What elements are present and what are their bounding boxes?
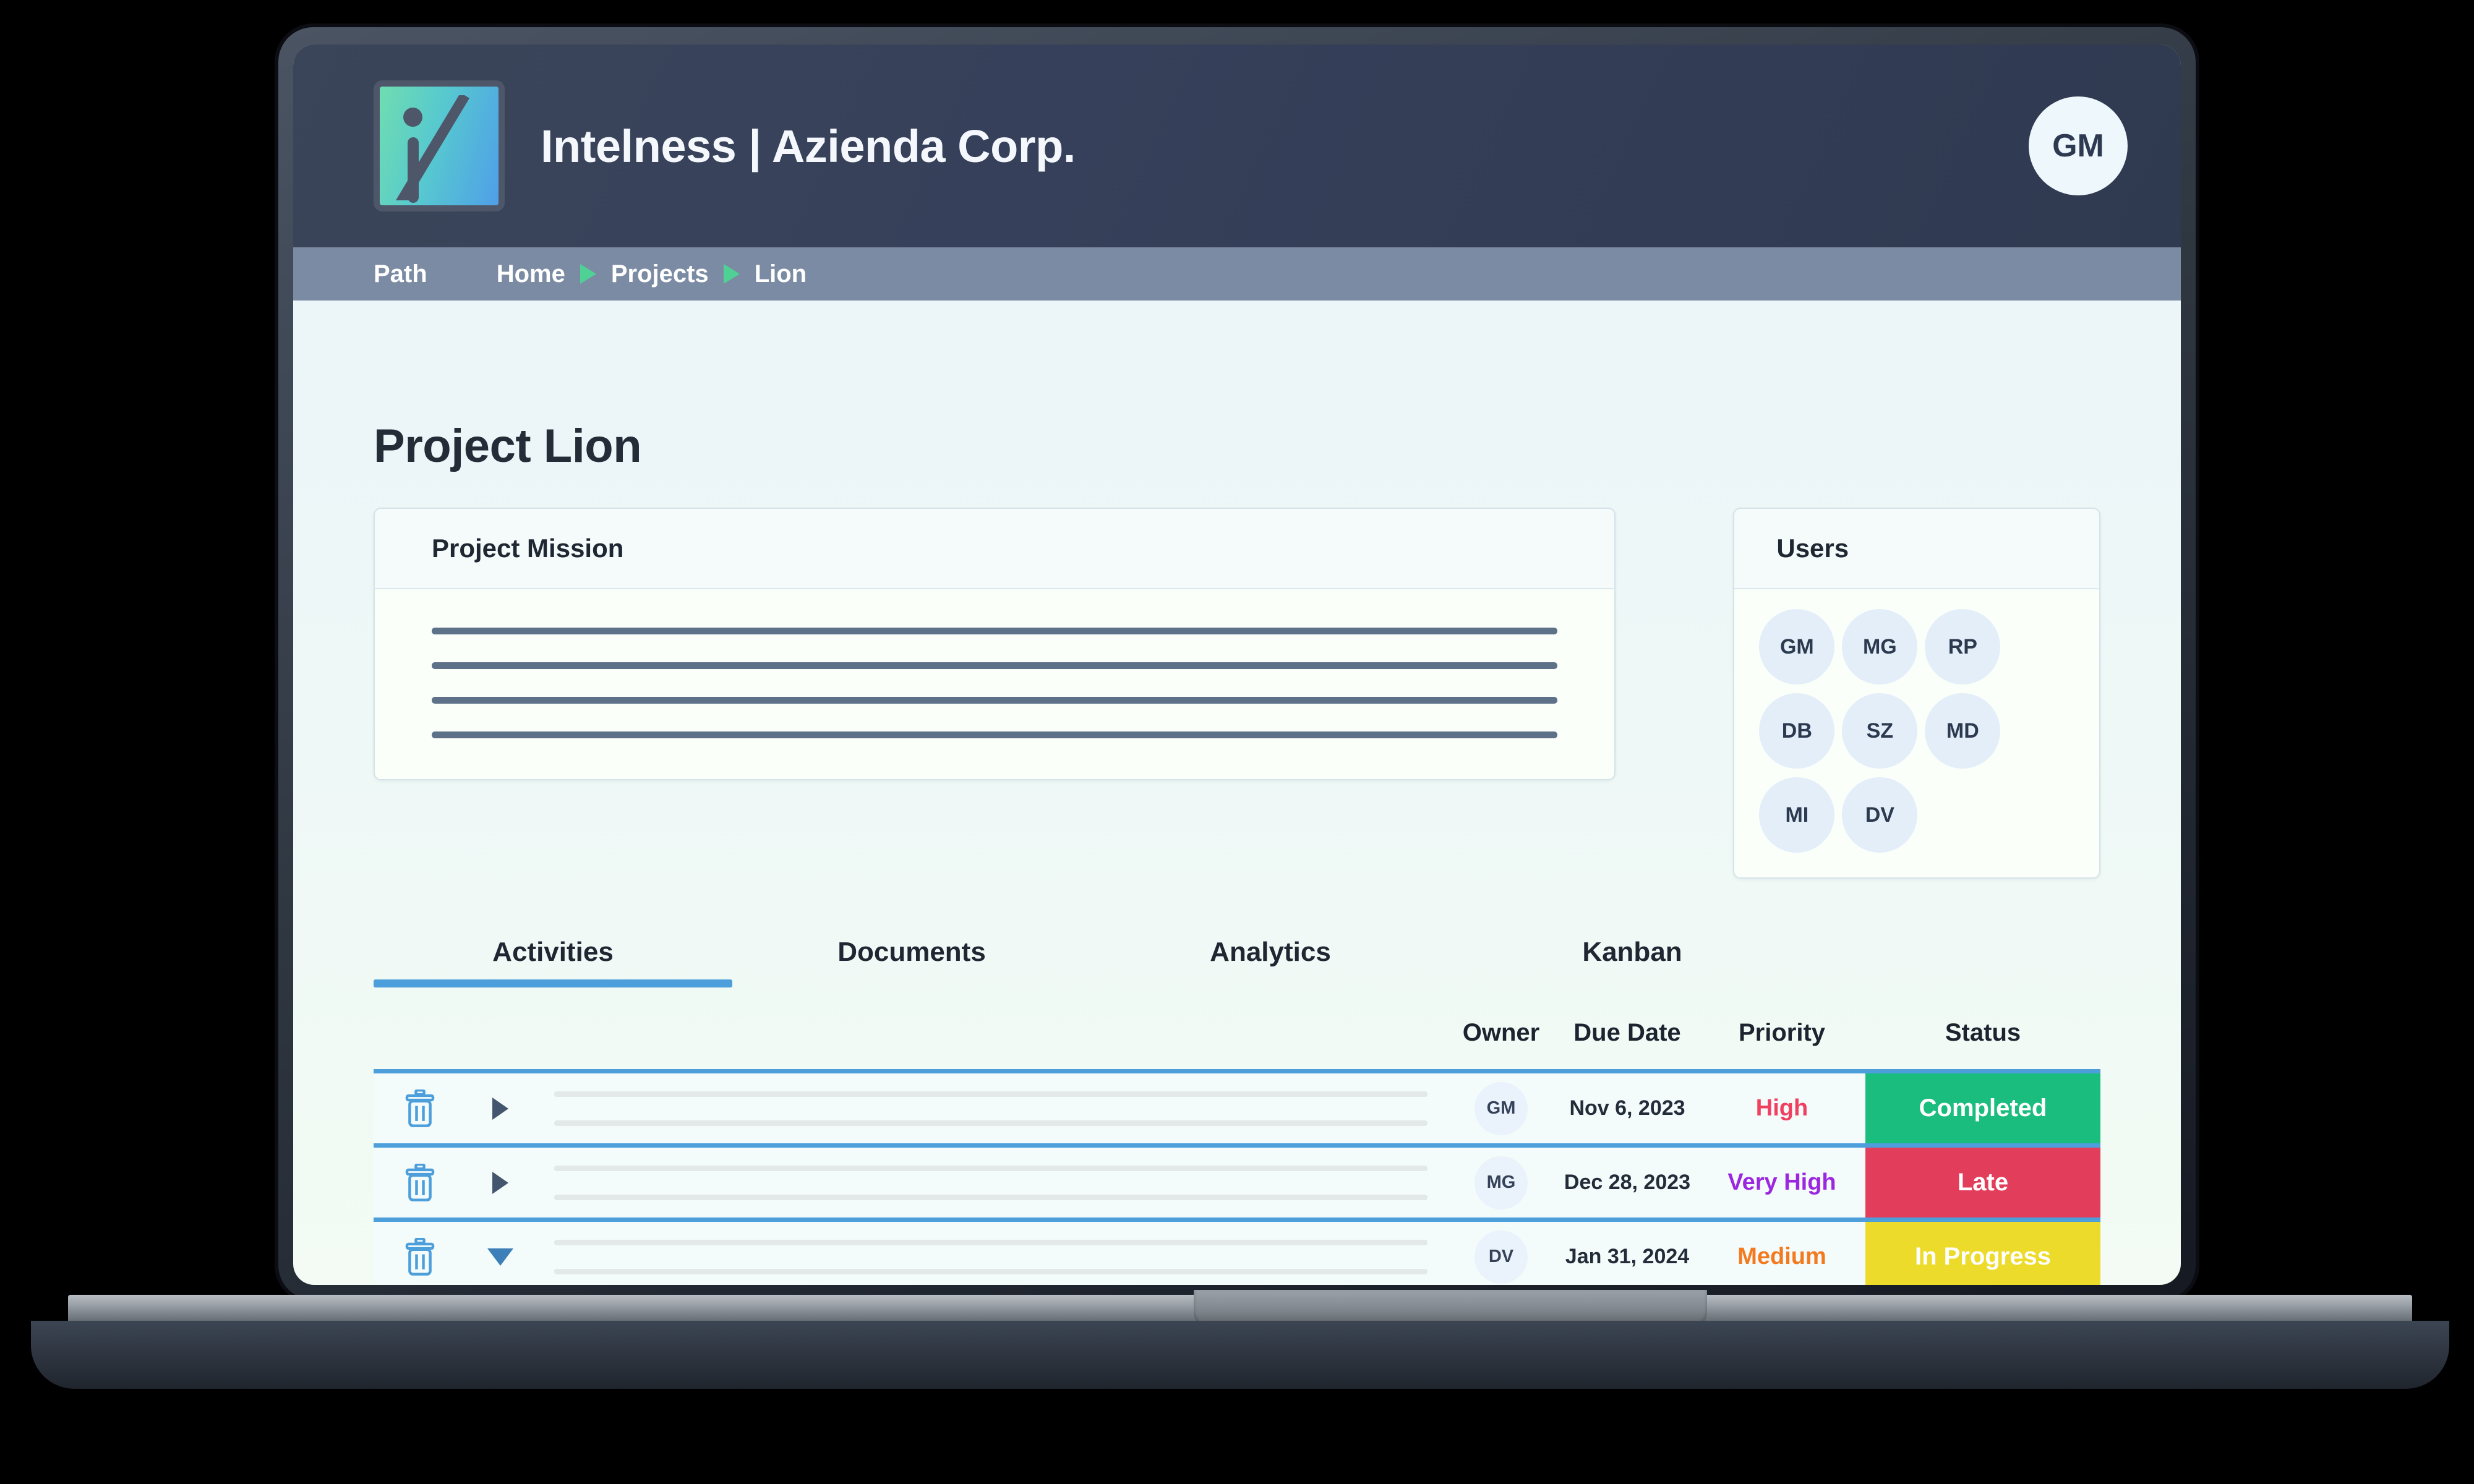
delete-row-button[interactable]: [374, 1073, 466, 1143]
app-header: Intelness | Azienda Corp. GM: [293, 45, 2181, 247]
user-avatar[interactable]: GM: [2029, 96, 2128, 195]
user-avatar-chip[interactable]: MI: [1759, 777, 1835, 853]
chevron-down-icon: [487, 1248, 513, 1266]
breadcrumb: Path Home Projects Lion: [293, 247, 2181, 301]
table-row[interactable]: GM Nov 6, 2023 High Completed: [374, 1069, 2100, 1143]
page-title: Project Lion: [374, 420, 642, 472]
placeholder-line: [554, 1165, 1427, 1171]
row-due-date[interactable]: Dec 28, 2023: [1556, 1148, 1698, 1217]
table-header-status: Status: [1945, 1018, 2021, 1046]
activities-table: Owner Due Date Priority Status GM Nov 6, …: [374, 996, 2100, 1285]
tab-bar: Activities Documents Analytics Kanban: [374, 916, 2100, 987]
mission-text-line: [432, 731, 1558, 738]
row-due-date[interactable]: Nov 6, 2023: [1556, 1073, 1698, 1143]
breadcrumb-item-projects[interactable]: Projects: [611, 260, 709, 288]
breadcrumb-path-label: Path: [374, 260, 427, 288]
user-avatar-chip[interactable]: DV: [1842, 777, 1918, 853]
laptop-mockup: Intelness | Azienda Corp. GM Path Home P…: [0, 0, 2474, 1484]
user-avatar-chip[interactable]: SZ: [1842, 693, 1918, 769]
placeholder-line: [554, 1091, 1427, 1097]
row-status-badge[interactable]: Late: [1865, 1148, 2100, 1217]
tab-kanban[interactable]: Kanban: [1450, 916, 1815, 987]
expand-row-toggle[interactable]: [466, 1148, 534, 1217]
row-owner[interactable]: GM: [1446, 1073, 1556, 1143]
users-list: GM MG RP DB SZ MD MI DV: [1734, 589, 2099, 877]
tab-analytics[interactable]: Analytics: [1091, 916, 1450, 987]
breadcrumb-item-lion[interactable]: Lion: [755, 260, 807, 288]
project-mission-header: Project Mission: [375, 509, 1615, 589]
page-content: Project Lion Project Mission Users GM MG…: [293, 419, 2181, 1285]
chevron-right-icon: [723, 264, 740, 284]
intelness-logo-icon[interactable]: [374, 80, 505, 211]
activity-name-placeholder[interactable]: [534, 1148, 1446, 1217]
expand-row-toggle[interactable]: [466, 1073, 534, 1143]
table-row[interactable]: DV Jan 31, 2024 Medium In Progress: [374, 1217, 2100, 1285]
laptop-foot: [31, 1321, 2449, 1389]
mission-text-line: [432, 628, 1558, 634]
row-priority[interactable]: Medium: [1698, 1222, 1865, 1285]
user-avatar-chip[interactable]: GM: [1759, 609, 1835, 684]
user-avatar-chip[interactable]: DB: [1759, 693, 1835, 769]
delete-row-button[interactable]: [374, 1222, 466, 1285]
placeholder-line: [554, 1239, 1427, 1245]
laptop-screen: Intelness | Azienda Corp. GM Path Home P…: [293, 45, 2181, 1285]
placeholder-line: [554, 1194, 1427, 1200]
row-status-badge[interactable]: In Progress: [1865, 1222, 2100, 1285]
mission-text-line: [432, 697, 1558, 704]
table-body: GM Nov 6, 2023 High Completed MG Dec 28, 2023…: [374, 1069, 2100, 1285]
chevron-right-icon: [580, 264, 596, 284]
user-avatar-chip[interactable]: MG: [1842, 609, 1918, 684]
expand-row-toggle[interactable]: [466, 1222, 534, 1285]
table-header-due-date: Due Date: [1573, 1018, 1681, 1046]
panels-row: Project Mission Users GM MG RP DB SZ MD …: [374, 508, 2100, 879]
placeholder-line: [554, 1268, 1427, 1274]
project-mission-body[interactable]: [375, 589, 1614, 779]
users-card: Users GM MG RP DB SZ MD MI DV: [1733, 508, 2100, 879]
row-status-badge[interactable]: Completed: [1865, 1073, 2100, 1143]
trash-icon[interactable]: [403, 1089, 437, 1128]
delete-row-button[interactable]: [374, 1148, 466, 1217]
activity-name-placeholder[interactable]: [534, 1073, 1446, 1143]
table-header-owner: Owner: [1462, 1018, 1540, 1046]
table-row[interactable]: MG Dec 28, 2023 Very High Late: [374, 1143, 2100, 1217]
chevron-right-icon: [492, 1097, 508, 1120]
table-header-priority: Priority: [1738, 1018, 1826, 1046]
row-owner[interactable]: DV: [1446, 1222, 1556, 1285]
app-title: Intelness | Azienda Corp.: [541, 120, 1076, 172]
table-header-row: Owner Due Date Priority Status: [374, 996, 2100, 1069]
row-due-date[interactable]: Jan 31, 2024: [1556, 1222, 1698, 1285]
breadcrumb-item-home[interactable]: Home: [497, 260, 565, 288]
row-priority[interactable]: Very High: [1698, 1148, 1865, 1217]
owner-avatar: DV: [1475, 1230, 1528, 1284]
row-priority[interactable]: High: [1698, 1073, 1865, 1143]
tab-documents[interactable]: Documents: [732, 916, 1091, 987]
activity-name-placeholder[interactable]: [534, 1222, 1446, 1285]
project-mission-card: Project Mission: [374, 508, 1616, 780]
tab-activities[interactable]: Activities: [374, 916, 732, 987]
trash-icon[interactable]: [403, 1163, 437, 1202]
owner-avatar: GM: [1475, 1081, 1528, 1135]
laptop-lid: Intelness | Azienda Corp. GM Path Home P…: [278, 27, 2196, 1300]
owner-avatar: MG: [1475, 1156, 1528, 1209]
chevron-right-icon: [492, 1171, 508, 1194]
project-mission-title: Project Mission: [432, 534, 624, 563]
logo-slash: [386, 95, 491, 200]
mission-text-line: [432, 662, 1558, 669]
users-title: Users: [1776, 534, 1849, 563]
row-owner[interactable]: MG: [1446, 1148, 1556, 1217]
user-avatar-chip[interactable]: RP: [1925, 609, 2001, 684]
users-header: Users: [1734, 509, 2099, 589]
placeholder-line: [554, 1120, 1427, 1126]
application-window: Intelness | Azienda Corp. GM Path Home P…: [293, 45, 2181, 1285]
trash-icon[interactable]: [403, 1237, 437, 1276]
user-avatar-chip[interactable]: MD: [1925, 693, 2001, 769]
